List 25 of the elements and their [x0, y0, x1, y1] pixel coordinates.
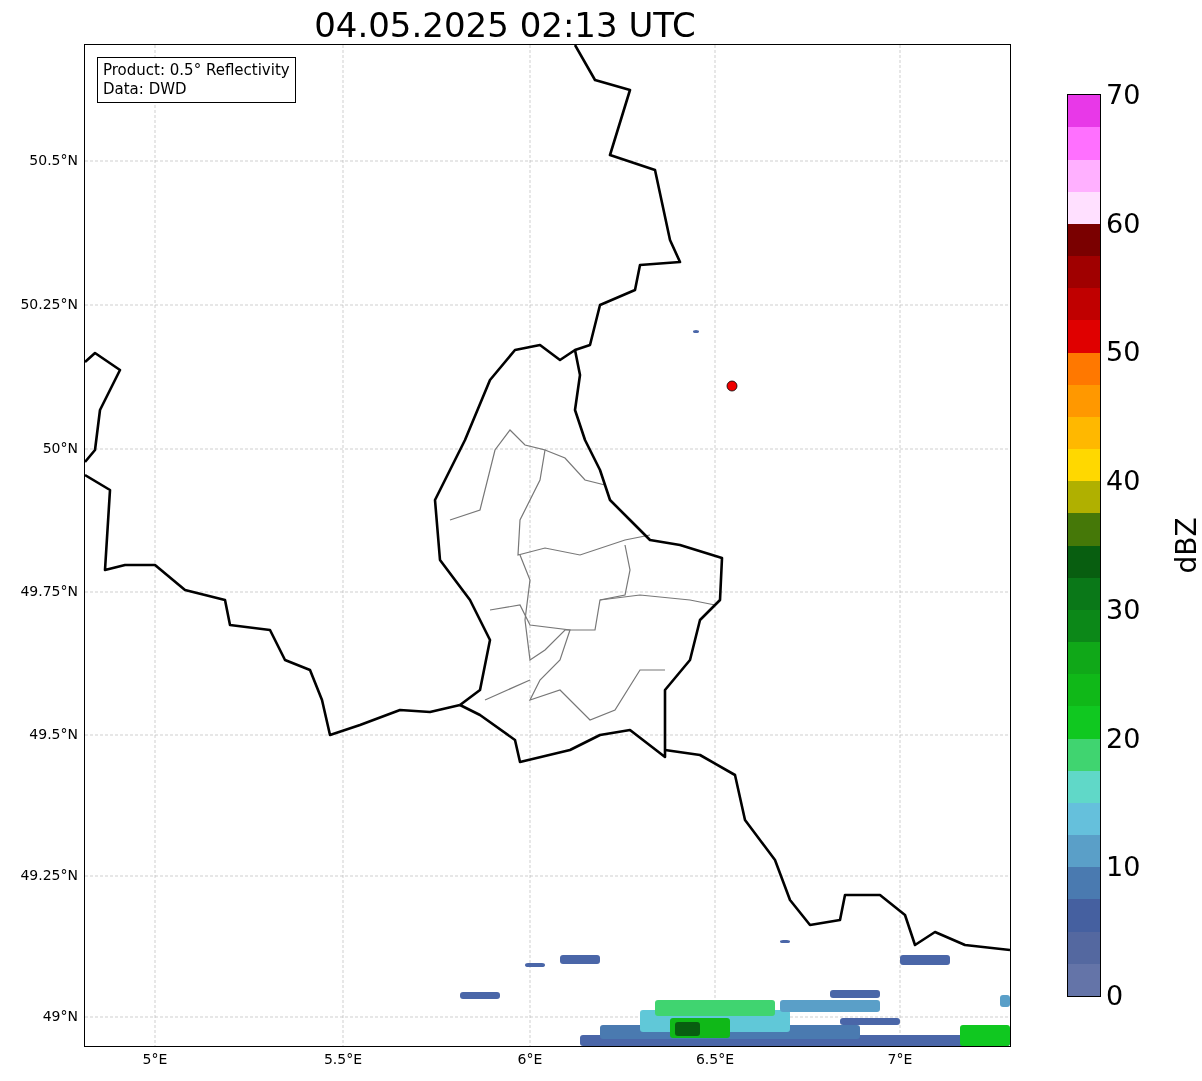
scale-tick-label: 20 — [1106, 723, 1141, 754]
latitude-label: 49.25°N — [20, 867, 78, 883]
scale-axis-label: dBZ — [1169, 517, 1202, 574]
scale-tick-label: 60 — [1106, 208, 1141, 239]
longitude-label: 6.5°E — [695, 1051, 735, 1067]
info-text: Product: 0.5° Reflectivity — [103, 61, 290, 80]
info-text: Data: DWD — [103, 80, 188, 99]
scale-tick-label: 50 — [1106, 337, 1141, 368]
latitude-label: 50.5°N — [29, 152, 78, 168]
scale-tick-label: 30 — [1106, 594, 1141, 625]
scale-tick-label: 0 — [1106, 981, 1124, 1011]
latitude-label: 50°N — [42, 440, 78, 456]
latitude-label: 49°N — [42, 1008, 78, 1024]
scale-tick-label: 10 — [1106, 852, 1141, 883]
scale-tick-label: 40 — [1106, 466, 1141, 497]
station-marker-icon — [726, 380, 738, 392]
longitude-label: 6°E — [516, 1051, 544, 1067]
latitude-label: 49.75°N — [20, 583, 78, 599]
latitude-label: 50.25°N — [20, 296, 78, 312]
longitude-label: 7°E — [886, 1051, 914, 1067]
chart-title: 04.05.2025 02:13 UTC — [313, 4, 697, 45]
longitude-label: 5°E — [141, 1051, 169, 1067]
scale-tick-label: 70 — [1106, 80, 1141, 110]
latitude-label: 49.5°N — [29, 726, 78, 742]
longitude-label: 5.5°E — [323, 1051, 363, 1067]
